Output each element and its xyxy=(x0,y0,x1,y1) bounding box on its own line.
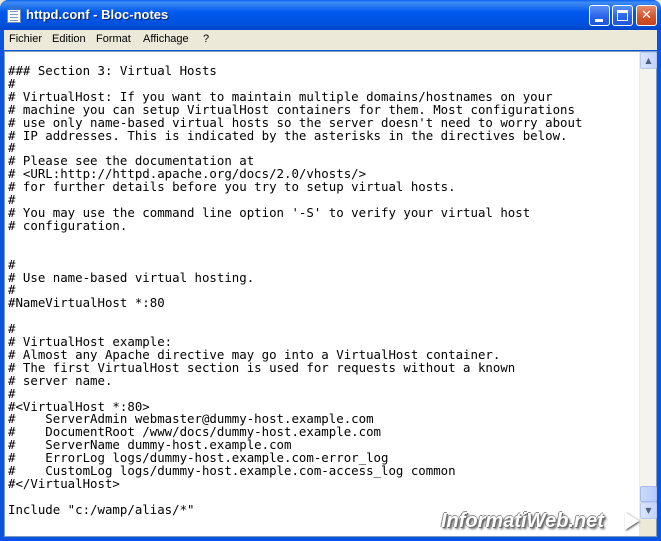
menu-affichage[interactable]: Affichage xyxy=(143,33,189,45)
client-area: ### Section 3: Virtual Hosts # # VirtualHo… xyxy=(4,51,657,537)
close-button[interactable]: ✕ xyxy=(636,5,657,26)
menu-help[interactable]: ? xyxy=(203,33,209,45)
scroll-up-icon: ▲ xyxy=(645,56,652,65)
vertical-scrollbar[interactable]: ▲ ▼ xyxy=(639,52,657,536)
text-editor[interactable]: ### Section 3: Virtual Hosts # # VirtualHo… xyxy=(5,52,639,536)
editor-line: #NameVirtualHost *:80 xyxy=(8,295,165,311)
title-bar[interactable]: httpd.conf - Bloc-notes ✕ xyxy=(0,0,661,30)
menu-edition[interactable]: Edition xyxy=(52,33,86,45)
editor-line: # for further details before you try to … xyxy=(8,179,456,195)
maximize-icon xyxy=(617,10,628,21)
notepad-icon[interactable] xyxy=(7,6,21,23)
scroll-up-button[interactable]: ▲ xyxy=(640,52,657,69)
editor-line: # IP addresses. This is indicated by the… xyxy=(8,127,568,143)
watermark-logo: InformatiWeb.net xyxy=(441,510,604,532)
scroll-thumb[interactable] xyxy=(640,486,657,502)
editor-line: # server name. xyxy=(8,372,113,388)
editor-line: # configuration. xyxy=(8,217,128,233)
menu-format[interactable]: Format xyxy=(96,33,131,45)
close-icon: ✕ xyxy=(641,8,652,23)
maximize-button[interactable] xyxy=(612,5,633,26)
resize-grip[interactable] xyxy=(639,519,656,536)
scroll-down-button[interactable]: ▼ xyxy=(640,502,657,519)
minimize-icon xyxy=(595,19,603,22)
editor-content: ### Section 3: Virtual Hosts # # VirtualHo… xyxy=(8,63,582,517)
window-title: httpd.conf - Bloc-notes xyxy=(26,7,169,22)
editor-line: ### Section 3: Virtual Hosts xyxy=(8,63,217,78)
menu-fichier[interactable]: Fichier xyxy=(9,33,42,45)
cursor-arrow-icon xyxy=(625,512,639,530)
menu-bar: Fichier Edition Format Affichage ? xyxy=(4,30,657,50)
editor-line: #</VirtualHost> xyxy=(8,476,120,491)
editor-line: # Use name-based virtual hosting. xyxy=(8,269,255,285)
notepad-window: httpd.conf - Bloc-notes ✕ Fichier Editio… xyxy=(0,0,661,541)
scroll-down-icon: ▼ xyxy=(645,506,652,515)
minimize-button[interactable] xyxy=(589,5,610,26)
